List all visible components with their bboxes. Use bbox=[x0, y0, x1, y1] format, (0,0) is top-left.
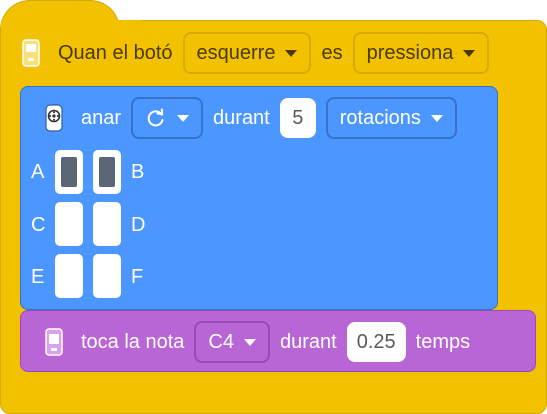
button-side-value: esquerre bbox=[196, 41, 276, 64]
hat-block-label: Quan el botó bbox=[58, 42, 173, 64]
device-hub-icon bbox=[14, 36, 48, 70]
rotation-amount-input[interactable]: 5 bbox=[279, 98, 316, 138]
port-b-label: B bbox=[131, 161, 145, 183]
button-state-value: pressiona bbox=[366, 41, 454, 64]
beats-unit-label: temps bbox=[415, 331, 471, 353]
port-f-label: F bbox=[131, 266, 144, 288]
unit-dropdown[interactable]: rotacions bbox=[325, 97, 457, 139]
sound-block-row: toca la nota C4 durant 0.25 temps bbox=[37, 319, 470, 365]
note-dropdown[interactable]: C4 bbox=[194, 321, 270, 363]
chevron-down-icon bbox=[244, 338, 256, 346]
motor-verb-label: anar bbox=[81, 107, 122, 129]
motor-icon bbox=[37, 101, 71, 135]
device-hub-icon bbox=[37, 325, 71, 359]
chevron-down-icon bbox=[177, 114, 190, 122]
port-e-label: E bbox=[31, 266, 45, 288]
sound-verb-label: toca la nota bbox=[81, 331, 185, 353]
hat-block-middle-label: es bbox=[321, 42, 343, 64]
motor-run-block[interactable]: anar durant 5 rotacions A B C D E F bbox=[20, 86, 498, 310]
button-side-dropdown[interactable]: esquerre bbox=[182, 32, 312, 74]
hat-block-row: Quan el botó esquerre es pressiona bbox=[14, 30, 490, 76]
port-d-toggle[interactable] bbox=[93, 202, 121, 246]
unit-value: rotacions bbox=[339, 106, 421, 129]
motor-during-label: durant bbox=[213, 107, 270, 129]
chevron-down-icon bbox=[463, 49, 476, 57]
note-value: C4 bbox=[208, 330, 234, 353]
rotate-clockwise-icon bbox=[145, 107, 167, 129]
port-a-label: A bbox=[31, 161, 45, 183]
motor-block-row: anar durant 5 rotacions bbox=[37, 95, 457, 141]
port-f-toggle[interactable] bbox=[93, 254, 121, 298]
chevron-down-icon bbox=[285, 49, 298, 57]
port-a-toggle[interactable] bbox=[55, 150, 83, 194]
direction-dropdown[interactable] bbox=[131, 97, 204, 139]
port-d-label: D bbox=[131, 214, 146, 236]
beats-input[interactable]: 0.25 bbox=[346, 322, 406, 362]
button-state-dropdown[interactable]: pressiona bbox=[352, 32, 490, 74]
port-c-label: C bbox=[31, 214, 46, 236]
port-c-toggle[interactable] bbox=[55, 202, 83, 246]
port-b-toggle[interactable] bbox=[93, 150, 121, 194]
chevron-down-icon bbox=[430, 114, 443, 122]
sound-during-label: durant bbox=[280, 331, 337, 353]
play-note-block[interactable]: toca la nota C4 durant 0.25 temps bbox=[20, 310, 536, 372]
port-e-toggle[interactable] bbox=[55, 254, 83, 298]
